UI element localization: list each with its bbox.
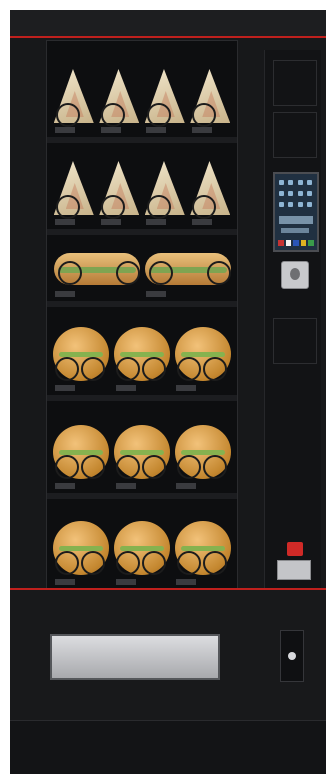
flag-icon[interactable] bbox=[285, 240, 292, 246]
display-text-bar bbox=[279, 216, 313, 224]
sandwich-product bbox=[144, 161, 185, 219]
price-tag bbox=[191, 127, 212, 133]
baguette-product bbox=[53, 253, 140, 285]
cabinet-top bbox=[10, 10, 326, 38]
price-tag bbox=[55, 127, 75, 133]
cabinet-base bbox=[10, 720, 326, 774]
roll-product bbox=[114, 327, 170, 381]
price-tag bbox=[115, 579, 136, 585]
sandwich-product bbox=[190, 161, 231, 219]
sandwich-product bbox=[190, 69, 231, 127]
price-tag bbox=[55, 483, 75, 489]
price-tag bbox=[146, 219, 166, 225]
shelf-divider bbox=[47, 301, 237, 307]
price-tag bbox=[146, 291, 166, 297]
roll-product bbox=[174, 327, 231, 381]
roll-product bbox=[114, 521, 170, 575]
price-strip bbox=[51, 127, 233, 136]
coin-slot-opening bbox=[290, 268, 300, 280]
price-tag bbox=[100, 219, 121, 225]
lower-cabinet bbox=[10, 590, 326, 774]
price-strip bbox=[51, 219, 233, 228]
roll-product bbox=[174, 425, 231, 479]
panel-slot bbox=[273, 112, 317, 158]
shelf-divider bbox=[47, 229, 237, 235]
price-tag bbox=[55, 219, 75, 225]
price-strip bbox=[51, 291, 233, 300]
price-tag bbox=[55, 385, 75, 391]
sandwich-product bbox=[99, 161, 140, 219]
sandwich-product bbox=[144, 69, 185, 127]
price-strip bbox=[51, 483, 233, 492]
product-window bbox=[46, 40, 238, 595]
coin-return-button[interactable] bbox=[288, 652, 296, 660]
display-text-bar bbox=[281, 228, 309, 233]
roll-product bbox=[53, 521, 110, 575]
sandwich-product bbox=[53, 69, 94, 127]
vending-machine bbox=[10, 10, 326, 774]
roll-product bbox=[114, 425, 170, 479]
shelf-divider bbox=[47, 137, 237, 143]
sandwich-product bbox=[53, 161, 94, 219]
price-tag bbox=[55, 579, 75, 585]
sandwich-product bbox=[99, 69, 140, 127]
price-tag bbox=[55, 291, 75, 297]
price-tag bbox=[176, 579, 197, 585]
baguette-product bbox=[144, 253, 231, 285]
delivery-flap-icon[interactable] bbox=[50, 634, 220, 680]
price-tag bbox=[191, 219, 212, 225]
price-tag bbox=[100, 127, 121, 133]
display-grid bbox=[279, 180, 313, 210]
touch-screen-icon[interactable] bbox=[273, 172, 319, 252]
price-tag bbox=[146, 127, 166, 133]
coin-slot-icon[interactable] bbox=[281, 261, 309, 289]
flag-icon[interactable] bbox=[278, 240, 284, 246]
brand-logo-icon bbox=[287, 542, 303, 556]
coin-return-icon[interactable] bbox=[280, 630, 304, 682]
roll-product bbox=[53, 425, 110, 479]
panel-slot bbox=[273, 318, 317, 364]
flag-icon[interactable] bbox=[293, 240, 299, 246]
flag-icon[interactable] bbox=[300, 240, 307, 246]
price-tag bbox=[176, 385, 197, 391]
shelf-divider bbox=[47, 493, 237, 499]
shelf-divider bbox=[47, 395, 237, 401]
price-tag bbox=[176, 483, 197, 489]
card-reader-icon[interactable] bbox=[277, 560, 311, 580]
language-flags[interactable] bbox=[278, 240, 314, 246]
flag-icon[interactable] bbox=[308, 240, 314, 246]
price-strip bbox=[51, 385, 233, 394]
roll-product bbox=[174, 521, 231, 575]
price-tag bbox=[115, 385, 136, 391]
roll-product bbox=[53, 327, 110, 381]
control-panel bbox=[264, 50, 321, 590]
price-tag bbox=[115, 483, 136, 489]
price-strip bbox=[51, 579, 233, 588]
panel-slot bbox=[273, 60, 317, 106]
